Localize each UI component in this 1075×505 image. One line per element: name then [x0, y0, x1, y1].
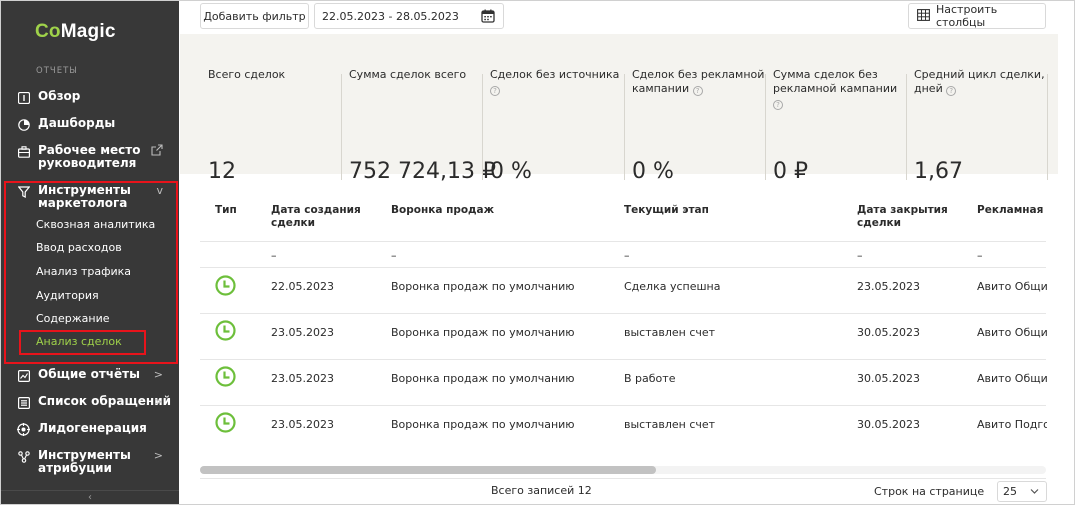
filter-cell-funnel[interactable]: –: [391, 249, 397, 262]
highlight-deals-analysis: [19, 330, 146, 355]
table-cell-campaign: Авито Подгор: [977, 418, 1047, 431]
overview-icon: [17, 91, 30, 104]
help-icon[interactable]: ?: [946, 86, 957, 96]
rows-per-page-label: Строк на странице: [874, 485, 985, 498]
column-header-type[interactable]: Тип: [215, 204, 237, 217]
stat-no-source: Сделок без источника? 0 %: [482, 68, 624, 184]
table-cell-funnel: Воронка продаж по умолчанию: [391, 372, 575, 385]
report-icon: [17, 369, 30, 382]
filter-cell-campaign[interactable]: –: [977, 249, 983, 262]
table-cell-closed: 30.05.2023: [857, 418, 920, 431]
sidebar-item-leadgen[interactable]: Лидогенерация: [1, 422, 179, 436]
column-header-created[interactable]: Дата создания сделки: [271, 204, 361, 230]
table-cell-stage: выставлен счет: [624, 418, 716, 431]
collapse-sidebar-button[interactable]: ‹: [1, 490, 179, 504]
clock-status-icon: [215, 320, 236, 341]
table-cell-funnel: Воронка продаж по умолчанию: [391, 326, 575, 339]
help-icon[interactable]: ?: [692, 86, 703, 96]
logo[interactable]: CoMagic: [35, 21, 116, 43]
sidebar-item-general-reports[interactable]: Общие отчёты >: [1, 368, 179, 382]
filter-cell-closed[interactable]: –: [857, 249, 863, 262]
briefcase-icon: [17, 145, 30, 158]
table-cell-stage: Сделка успешна: [624, 280, 721, 293]
table-cell-campaign: Авито Общий: [977, 326, 1047, 339]
table-cell-closed: 30.05.2023: [857, 372, 920, 385]
stat-total-deals: Всего сделок 12: [208, 68, 286, 184]
section-label-reports: ОТЧЕТЫ: [36, 66, 78, 76]
sidebar-item-dashboards[interactable]: Дашборды: [1, 117, 179, 131]
sidebar-item-workplace[interactable]: Рабочее место руководителя: [1, 144, 179, 170]
total-records: Всего записей 12: [491, 484, 592, 497]
stat-sum-no-campaign: Сумма сделок без рекламной кампании? 0 ₽: [765, 68, 906, 184]
table-cell-stage: выставлен счет: [624, 326, 716, 339]
filter-cell-created[interactable]: –: [271, 249, 277, 262]
calendar-icon: [481, 9, 495, 26]
table-cell-created: 23.05.2023: [271, 372, 334, 385]
stat-total-sum: Сумма сделок всего 752 724,13 ₽: [341, 68, 496, 184]
column-header-campaign[interactable]: Рекламная ка: [977, 204, 1047, 217]
list-icon: [17, 396, 30, 409]
table-cell-campaign: Авито Общий: [977, 372, 1047, 385]
stats-panel: Всего сделок 12 Сумма сделок всего 752 7…: [180, 34, 1058, 184]
table-cell-closed: 23.05.2023: [857, 280, 920, 293]
help-icon[interactable]: ?: [773, 100, 783, 110]
horizontal-scrollbar-thumb[interactable]: [200, 466, 656, 474]
add-filter-button[interactable]: Добавить фильтр: [200, 3, 309, 29]
chevron-right-icon: >: [153, 449, 163, 462]
date-range-picker[interactable]: 22.05.2023 - 28.05.2023: [314, 3, 504, 29]
sidebar-item-requests[interactable]: Список обращений >: [1, 395, 179, 409]
chevron-right-icon: >: [153, 368, 163, 381]
clock-status-icon: [215, 275, 236, 296]
columns-icon: [917, 8, 930, 24]
chevron-right-icon: >: [153, 395, 163, 408]
external-link-icon[interactable]: [151, 144, 163, 159]
sidebar-item-overview[interactable]: Обзор: [1, 90, 179, 104]
clock-status-icon: [215, 412, 236, 433]
column-header-funnel[interactable]: Воронка продаж: [391, 204, 494, 217]
table-cell-funnel: Воронка продаж по умолчанию: [391, 280, 575, 293]
rows-per-page-select[interactable]: 25: [997, 481, 1047, 502]
table-cell-created: 23.05.2023: [271, 418, 334, 431]
table-cell-closed: 30.05.2023: [857, 326, 920, 339]
configure-columns-button[interactable]: Настроить столбцы: [908, 3, 1046, 29]
stat-avg-cycle: Средний цикл сделки, дней ? 1,67: [906, 68, 1047, 184]
column-header-stage[interactable]: Текущий этап: [624, 204, 709, 217]
table-cell-campaign: Авито Общий: [977, 280, 1047, 293]
table-cell-stage: В работе: [624, 372, 676, 385]
chevron-down-icon: [1030, 482, 1039, 505]
clock-status-icon: [215, 366, 236, 387]
column-header-closed[interactable]: Дата закрытия сделки: [857, 204, 948, 230]
target-icon: [17, 423, 30, 436]
stat-no-campaign: Сделок без рекламной кампании ? 0 %: [624, 68, 765, 184]
filter-cell-stage[interactable]: –: [624, 249, 630, 262]
table-cell-created: 22.05.2023: [271, 280, 334, 293]
table-cell-created: 23.05.2023: [271, 326, 334, 339]
help-icon[interactable]: ?: [490, 86, 500, 96]
table-cell-funnel: Воронка продаж по умолчанию: [391, 418, 575, 431]
sidebar-item-attribution-tools[interactable]: Инструменты атрибуции >: [1, 449, 179, 475]
attribution-icon: [17, 450, 30, 463]
pie-chart-icon: [17, 118, 30, 131]
